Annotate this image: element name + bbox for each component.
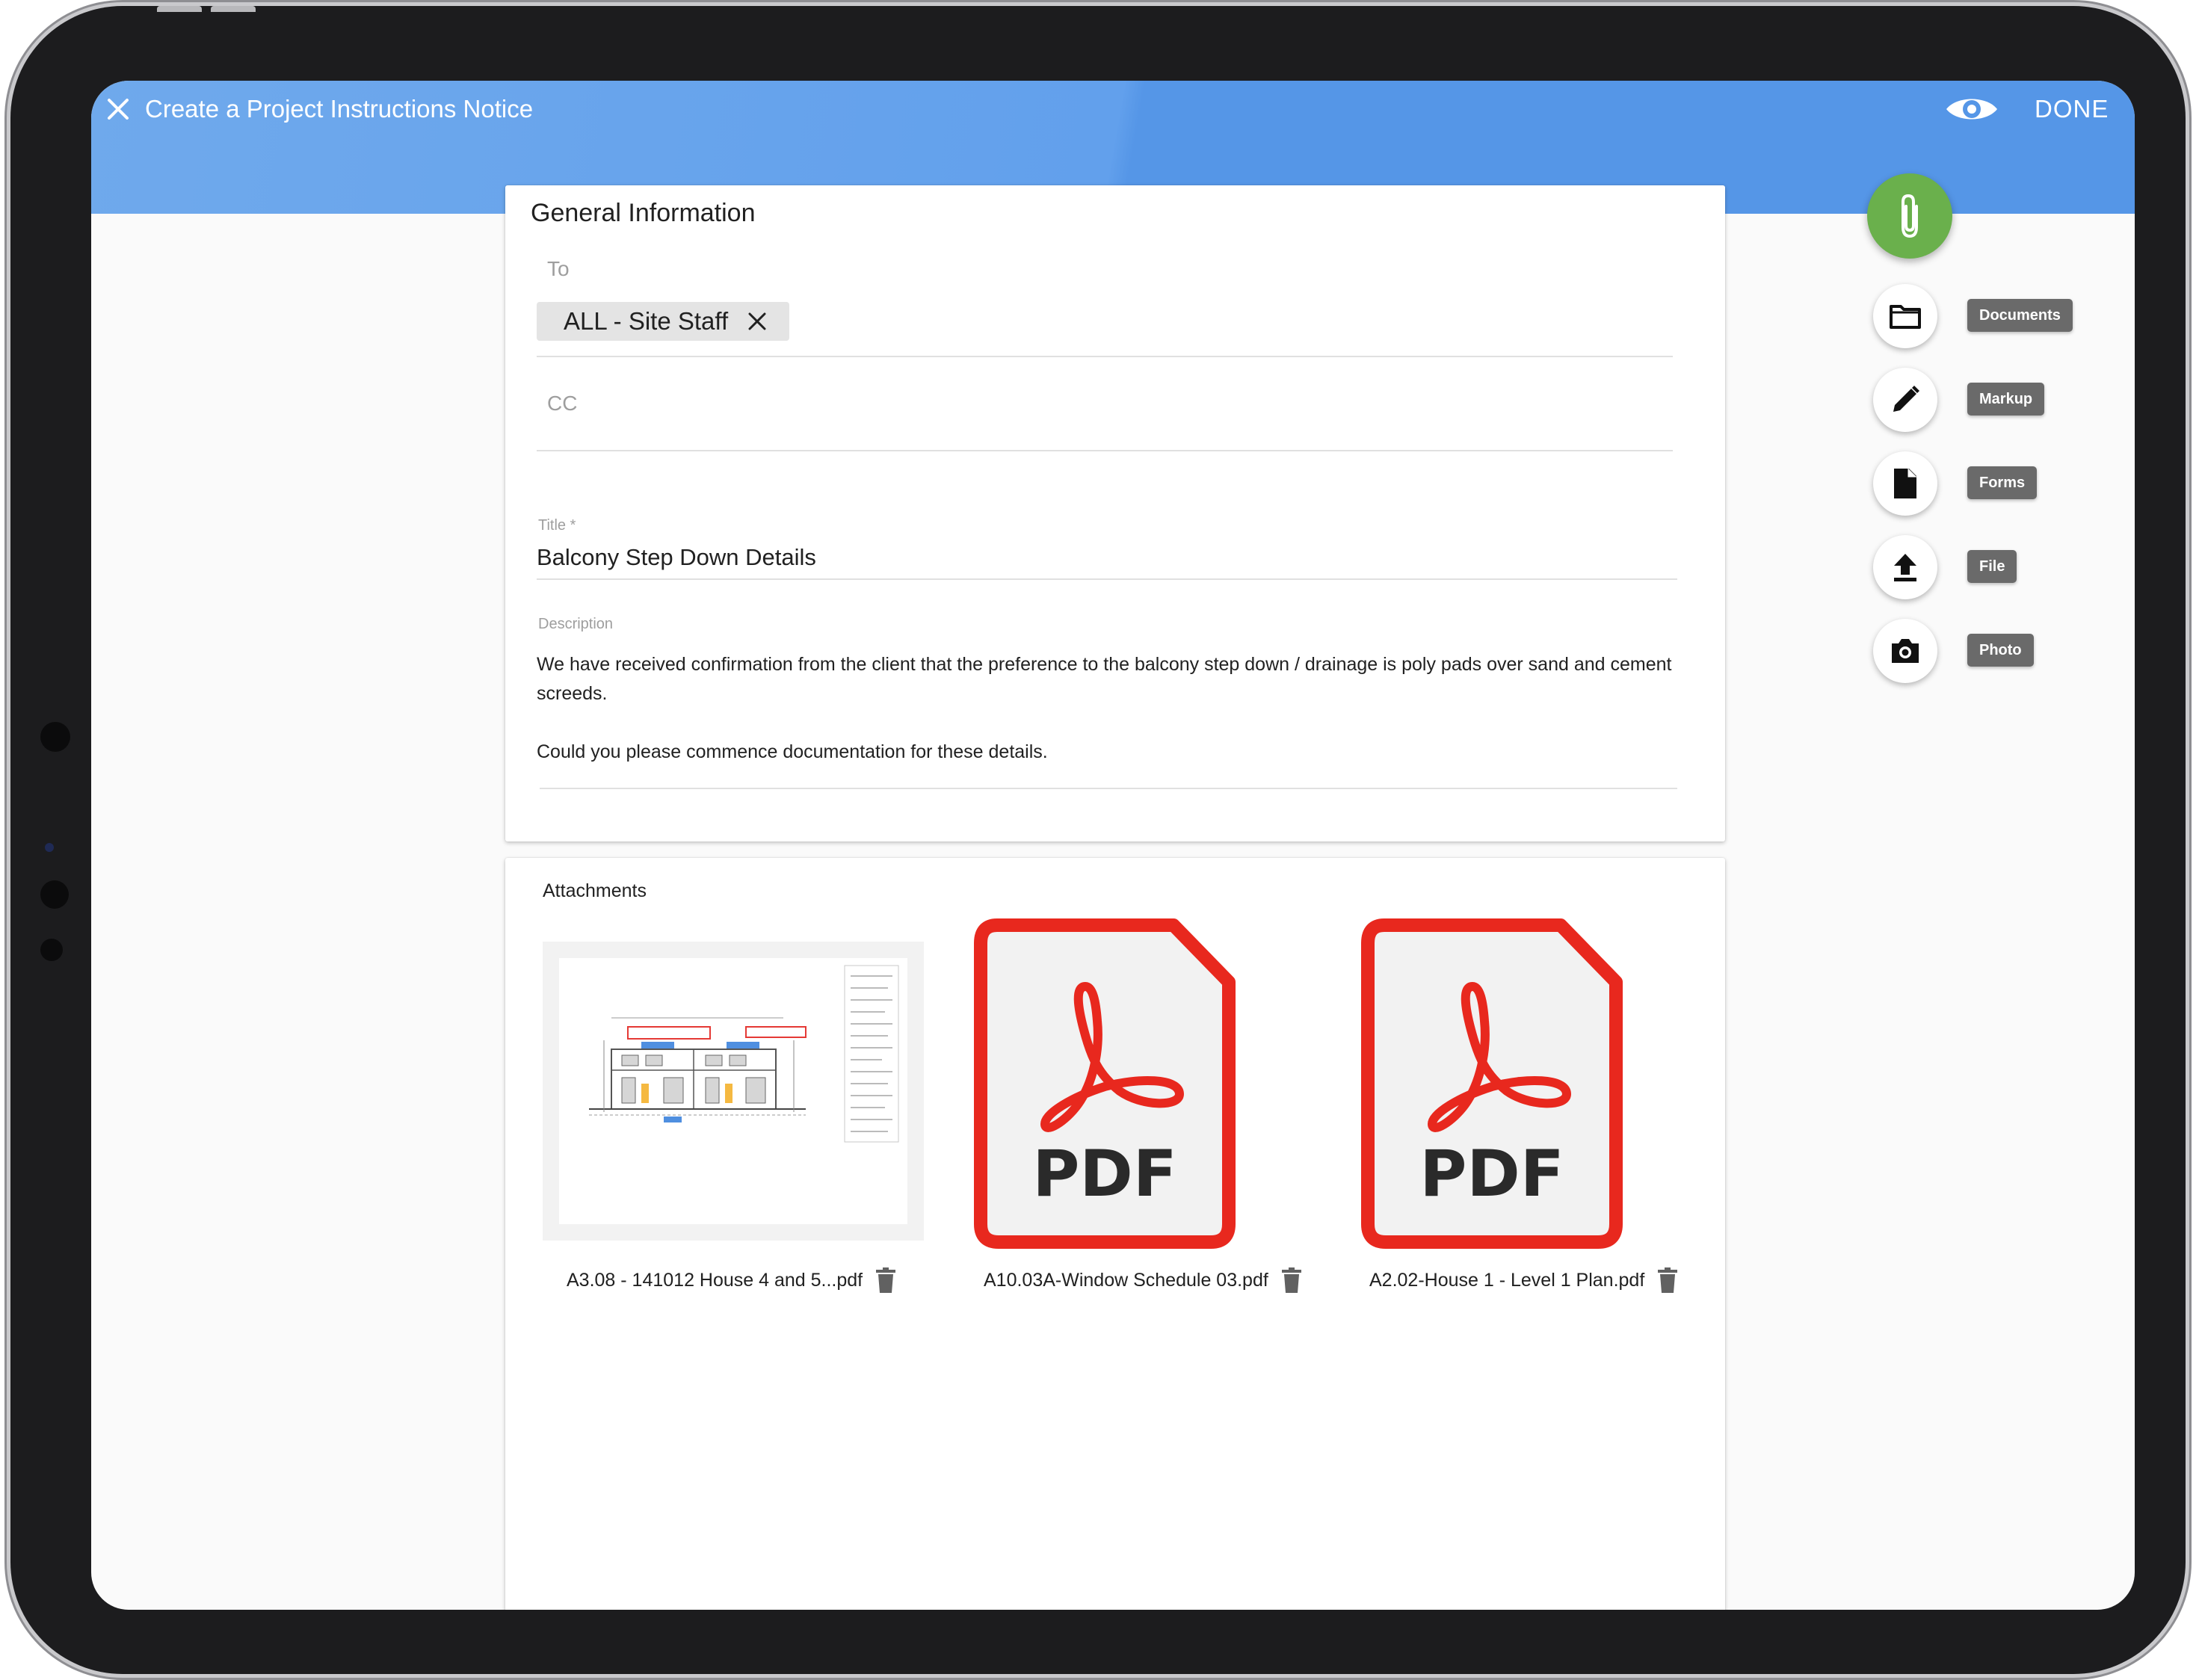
- attachments-heading: Attachments: [543, 880, 647, 901]
- description-field[interactable]: We have received confirmation from the c…: [537, 650, 1688, 767]
- pdf-icon-text: PDF: [1032, 1137, 1176, 1211]
- pdf-icon[interactable]: PDF: [973, 918, 1236, 1250]
- photo-action-button[interactable]: [1873, 619, 1937, 683]
- markup-action-button[interactable]: [1873, 368, 1937, 432]
- remove-chip-icon[interactable]: [747, 312, 767, 331]
- description-paragraph: Could you please commence documentation …: [537, 741, 1048, 762]
- attachments-card: Attachments A3.08 - 141012 House 4 and 5…: [505, 858, 1725, 1610]
- pdf-icon-text: PDF: [1419, 1137, 1564, 1211]
- drawing-thumbnail: [559, 958, 907, 1224]
- recipient-chip[interactable]: ALL - Site Staff: [537, 302, 790, 341]
- sensor-dot: [40, 722, 70, 752]
- folder-icon: [1890, 305, 1921, 329]
- file-action-label[interactable]: File: [1967, 550, 2017, 583]
- close-button[interactable]: [103, 94, 133, 124]
- camera-lens: [45, 843, 54, 852]
- app-screen: Create a Project Instructions Notice DON…: [91, 81, 2135, 1610]
- preview-button[interactable]: [1945, 94, 1999, 124]
- attachment-item: A2.02-House 1 - Level 1 Plan.pdf: [1369, 1267, 1678, 1293]
- trash-icon[interactable]: [1658, 1267, 1678, 1293]
- chip-label: ALL - Site Staff: [564, 307, 729, 335]
- camera-icon: [1892, 639, 1919, 663]
- hardware-button: [157, 6, 202, 12]
- close-icon: [108, 99, 129, 120]
- hardware-button: [211, 6, 256, 12]
- attachment-item: A10.03A-Window Schedule 03.pdf: [984, 1267, 1301, 1293]
- sensor-dot: [40, 939, 63, 961]
- eye-icon: [1946, 99, 1997, 120]
- attachment-filename[interactable]: A10.03A-Window Schedule 03.pdf: [984, 1270, 1268, 1291]
- sensor-dot: [40, 880, 69, 909]
- trash-icon[interactable]: [876, 1267, 896, 1293]
- markup-action-label[interactable]: Markup: [1967, 383, 2045, 416]
- pdf-icon[interactable]: PDF: [1360, 918, 1623, 1250]
- upload-icon: [1894, 554, 1916, 581]
- attach-fab-button[interactable]: [1867, 173, 1952, 259]
- documents-action-label[interactable]: Documents: [1967, 299, 2073, 332]
- to-label: To: [547, 257, 570, 280]
- pencil-icon: [1893, 386, 1919, 412]
- photo-action-label[interactable]: Photo: [1967, 634, 2034, 667]
- forms-action-label[interactable]: Forms: [1967, 466, 2038, 499]
- attachment-filename[interactable]: A3.08 - 141012 House 4 and 5...pdf: [567, 1270, 863, 1291]
- trash-icon[interactable]: [1281, 1267, 1301, 1293]
- attachment-filename[interactable]: A2.02-House 1 - Level 1 Plan.pdf: [1369, 1270, 1644, 1291]
- description-underline: [540, 788, 1677, 789]
- document-icon: [1894, 469, 1916, 498]
- file-action-button[interactable]: [1873, 535, 1937, 599]
- cc-field[interactable]: [537, 450, 1673, 451]
- title-underline: [537, 578, 1677, 580]
- page-title: Create a Project Instructions Notice: [145, 95, 534, 123]
- forms-action-button[interactable]: [1873, 451, 1937, 516]
- general-information-card: General Information To ALL - Site Staff …: [505, 185, 1725, 841]
- cc-label: CC: [547, 392, 578, 415]
- to-field-underline[interactable]: [537, 356, 1673, 357]
- drawing-preview-image: [589, 965, 899, 1143]
- done-button[interactable]: DONE: [2035, 93, 2109, 126]
- tablet-frame: Create a Project Instructions Notice DON…: [10, 6, 2186, 1674]
- card-heading: General Information: [531, 199, 756, 227]
- attachment-item: A3.08 - 141012 House 4 and 5...pdf: [567, 1267, 896, 1293]
- title-field[interactable]: Balcony Step Down Details: [537, 544, 816, 571]
- title-label: Title *: [538, 517, 576, 534]
- paperclip-icon: [1902, 194, 1918, 238]
- attachment-thumbnail[interactable]: [543, 942, 924, 1241]
- description-paragraph: We have received confirmation from the c…: [537, 654, 1672, 704]
- documents-action-button[interactable]: [1873, 284, 1937, 348]
- description-label: Description: [538, 616, 614, 632]
